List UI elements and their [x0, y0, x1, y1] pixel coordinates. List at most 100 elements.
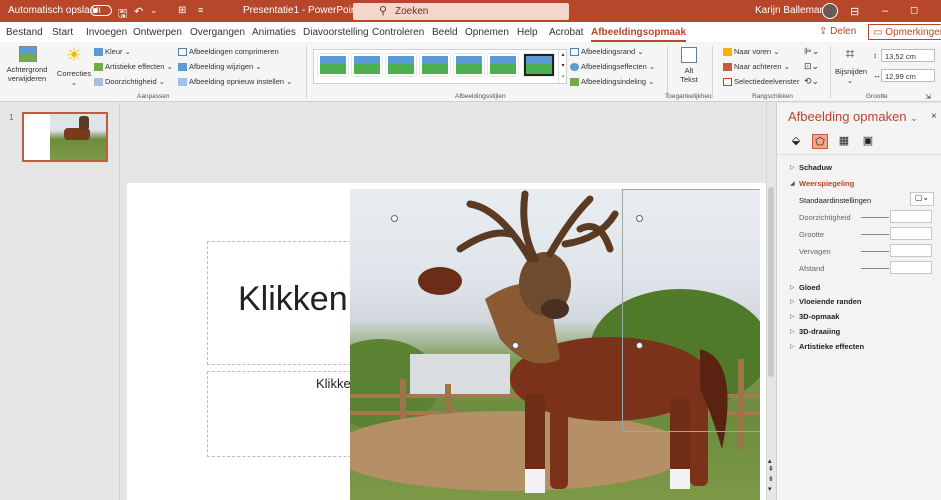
section-3d-rotation[interactable]: 3D-draaiing	[799, 327, 840, 336]
picture-style-5[interactable]	[454, 54, 484, 76]
picture-tab-icon[interactable]: ▣	[860, 134, 876, 149]
dialog-launcher-icon[interactable]: ⇲	[925, 93, 931, 101]
tab-beeld[interactable]: Beeld	[432, 27, 458, 38]
picture-style-4[interactable]	[420, 54, 450, 76]
compress-pictures-button[interactable]: Afbeeldingen comprimeren	[178, 47, 279, 57]
artistic-effects-label: Artistieke effecten	[105, 62, 165, 71]
slide-thumbnail[interactable]	[22, 112, 108, 162]
picture-style-1[interactable]	[318, 54, 348, 76]
blur-slider[interactable]	[861, 251, 889, 252]
crop-frame[interactable]	[622, 189, 760, 432]
distance-input[interactable]	[890, 261, 932, 274]
tab-acrobat[interactable]: Acrobat	[549, 27, 583, 38]
tab-bestand[interactable]: Bestand	[6, 27, 43, 38]
group-icon[interactable]: ⊡⌄	[804, 62, 819, 71]
next-slide-icon[interactable]: ⇟	[768, 475, 774, 483]
section-glow[interactable]: Gloed	[799, 283, 820, 292]
close-icon[interactable]: ×	[931, 111, 937, 122]
tab-invoegen[interactable]: Invoegen	[86, 27, 127, 38]
section-reflection[interactable]: Weerspiegeling	[799, 179, 854, 188]
picture-styles-gallery[interactable]: ▴ ▾ ▿	[313, 49, 567, 84]
format-picture-pane: Afbeelding opmaken ⌄ × ⬙ ⬠ ▦ ▣ ▷ Schaduw…	[776, 103, 941, 500]
tab-overgangen[interactable]: Overgangen	[190, 27, 245, 38]
user-name[interactable]: Karijn Ballemans	[755, 5, 830, 16]
height-input[interactable]: 13,52 cm	[881, 49, 935, 62]
picture-effects-button[interactable]: Afbeeldingseffecten ⌄	[570, 62, 655, 72]
picture-style-3[interactable]	[386, 54, 416, 76]
rotate-icon[interactable]: ⟲⌄	[804, 77, 819, 86]
color-icon	[94, 48, 103, 57]
resize-handle[interactable]	[391, 215, 398, 222]
picture-style-7[interactable]	[524, 54, 554, 76]
maximize-icon[interactable]: ◻	[910, 5, 918, 16]
fill-line-icon[interactable]: ⬙	[788, 134, 804, 149]
resize-handle[interactable]	[636, 215, 643, 222]
picture-border-button[interactable]: Afbeeldingsrand ⌄	[570, 47, 644, 57]
gallery-scroll[interactable]: ▴ ▾ ▿	[558, 50, 567, 83]
autosave-toggle[interactable]	[90, 5, 112, 16]
remove-background-button[interactable]: Achtergrond verwijderen	[7, 46, 48, 83]
width-input[interactable]: 12,99 cm	[881, 69, 935, 82]
undo-dropdown-icon[interactable]: ⌄	[150, 5, 158, 16]
start-slideshow-icon[interactable]: ⊞	[178, 5, 186, 16]
send-backward-button[interactable]: Naar achteren ⌄	[723, 62, 790, 72]
tab-animaties[interactable]: Animaties	[252, 27, 296, 38]
resize-handle[interactable]	[512, 342, 519, 349]
prev-slide-icon[interactable]: ⇞	[768, 465, 774, 473]
corrections-button[interactable]: ☀ Correcties ⌄	[56, 46, 92, 87]
size-slider[interactable]	[861, 234, 889, 235]
section-artistic-effects[interactable]: Artistieke effecten	[799, 342, 864, 351]
picture-style-2[interactable]	[352, 54, 382, 76]
effects-icon	[570, 63, 579, 72]
distance-slider[interactable]	[861, 268, 889, 269]
picture-style-6[interactable]	[488, 54, 518, 76]
bring-forward-button[interactable]: Naar voren ⌄	[723, 47, 779, 57]
alt-text-button[interactable]: Alt Tekst	[676, 47, 702, 84]
title-text[interactable]: Klikken	[238, 280, 348, 319]
section-shadow[interactable]: Schaduw	[799, 163, 832, 172]
compress-label: Afbeeldingen comprimeren	[189, 47, 279, 56]
chevron-down-icon[interactable]: ⌄	[910, 113, 918, 123]
resize-handle[interactable]	[636, 342, 643, 349]
tab-start[interactable]: Start	[52, 27, 73, 38]
comments-label: Opmerkingen	[885, 27, 941, 38]
chevron-up-icon[interactable]: ▴	[768, 457, 772, 465]
selected-picture[interactable]	[350, 189, 760, 500]
change-picture-button[interactable]: Afbeelding wijzigen ⌄	[178, 62, 262, 72]
size-properties-icon[interactable]: ▦	[836, 134, 852, 149]
section-3d-format[interactable]: 3D-opmaak	[799, 312, 839, 321]
vertical-scrollbar[interactable]: ▴ ⇞ ⇟ ▾	[766, 103, 775, 500]
presets-dropdown[interactable]: ▢⌄	[910, 192, 934, 206]
transparency-button[interactable]: Doorzichtigheid ⌄	[94, 77, 165, 87]
share-button[interactable]: ⇪ Delen	[819, 26, 856, 37]
size-input[interactable]	[890, 227, 932, 240]
search-box[interactable]: ⚲ Zoeken	[353, 3, 569, 20]
blur-input[interactable]	[890, 244, 932, 257]
transparency-slider[interactable]	[861, 217, 889, 218]
tab-help[interactable]: Help	[517, 27, 538, 38]
crop-button[interactable]: ⌗ Bijsnijden ⌄	[835, 46, 867, 85]
align-icon[interactable]: ⊫⌄	[804, 47, 819, 56]
artistic-effects-button[interactable]: Artistieke effecten ⌄	[94, 62, 173, 72]
transparency-input[interactable]	[890, 210, 932, 223]
minimize-icon[interactable]: –	[882, 5, 888, 17]
tab-ontwerpen[interactable]: Ontwerpen	[133, 27, 182, 38]
customize-toolbar-icon[interactable]: ≡	[198, 5, 203, 15]
chevron-down-icon[interactable]: ▾	[768, 485, 772, 493]
section-soft-edges[interactable]: Vloeiende randen	[799, 297, 862, 306]
tab-afbeeldingsopmaak[interactable]: Afbeeldingsopmaak	[591, 27, 687, 42]
subtitle-text[interactable]: Klikke	[316, 376, 351, 391]
scroll-thumb[interactable]	[768, 187, 774, 377]
effects-tab-icon[interactable]: ⬠	[812, 134, 828, 149]
tab-diavoorstelling[interactable]: Diavoorstelling	[303, 27, 369, 38]
picture-layout-button[interactable]: Afbeeldingsindeling ⌄	[570, 77, 654, 87]
comments-button[interactable]: ▭ Opmerkingen	[868, 24, 941, 40]
undo-icon[interactable]: ↶	[134, 5, 143, 18]
reset-picture-button[interactable]: Afbeelding opnieuw instellen ⌄	[178, 77, 292, 87]
selection-pane-button[interactable]: Selectiedeelvenster	[723, 77, 799, 87]
avatar[interactable]	[822, 3, 838, 19]
tab-controleren[interactable]: Controleren	[372, 27, 424, 38]
color-button[interactable]: Kleur ⌄	[94, 47, 131, 57]
ribbon-display-icon[interactable]: ⊟	[850, 5, 859, 18]
tab-opnemen[interactable]: Opnemen	[465, 27, 509, 38]
